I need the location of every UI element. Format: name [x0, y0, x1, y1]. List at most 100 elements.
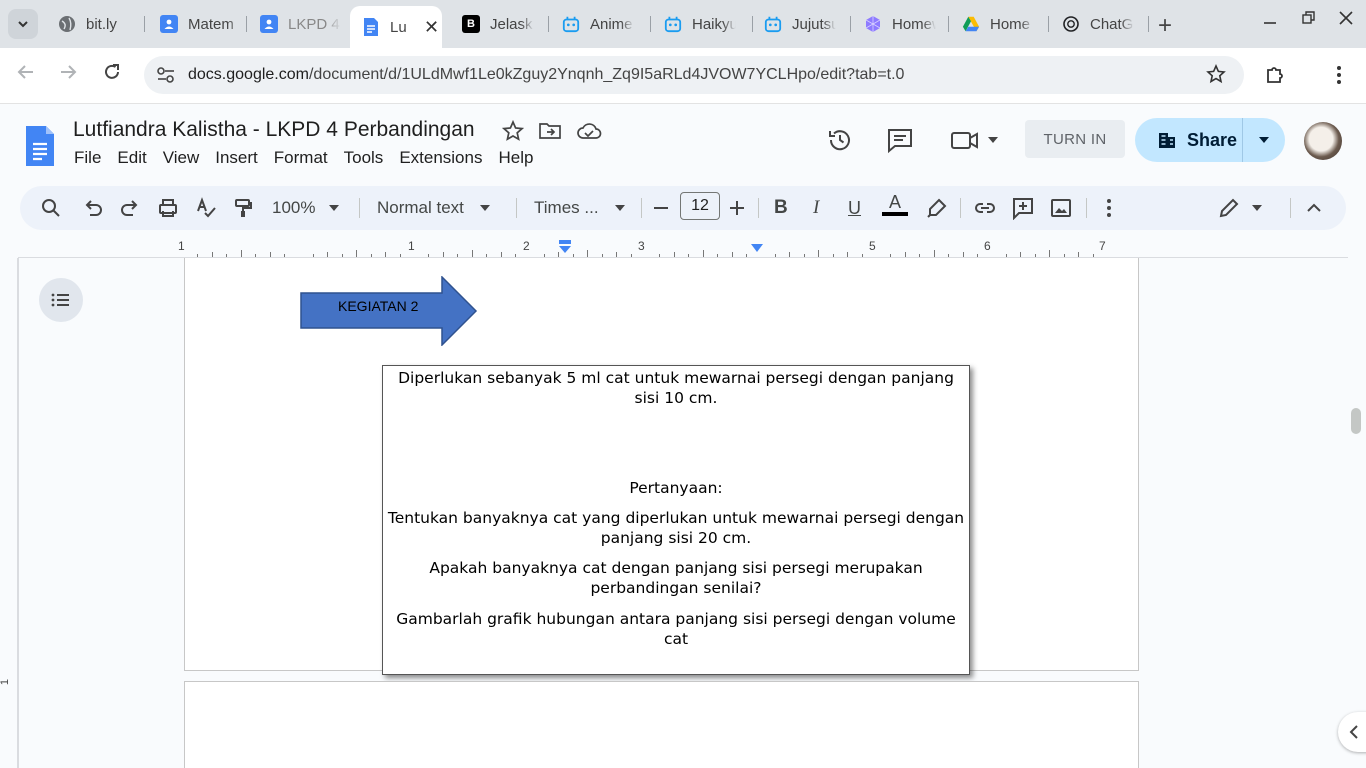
restore-icon[interactable]: [1301, 10, 1317, 31]
problem-text-box[interactable]: Diperlukan sebanyak 5 ml cat untuk mewar…: [382, 365, 970, 675]
ruler-tick: [312, 254, 314, 257]
ruler-number: 1: [178, 239, 185, 253]
search-menus-icon[interactable]: [40, 196, 62, 220]
forward-arrow-icon[interactable]: [58, 62, 78, 88]
add-comment-icon[interactable]: [1011, 196, 1035, 220]
zoom-select[interactable]: 100%: [272, 196, 340, 220]
address-bar[interactable]: docs.google.com/document/d/1ULdMwf1Le0kZ…: [144, 56, 1244, 94]
toolbar-divider: [960, 198, 961, 218]
bold-button[interactable]: B: [774, 196, 788, 220]
insert-link-icon[interactable]: [973, 196, 997, 220]
back-arrow-icon[interactable]: [16, 62, 36, 88]
share-dropdown-button[interactable]: [1243, 137, 1285, 143]
paint-format-icon[interactable]: [232, 196, 254, 220]
close-tab-icon[interactable]: ✕: [424, 17, 439, 38]
ruler-number: 5: [869, 239, 876, 253]
menu-tools[interactable]: Tools: [344, 148, 398, 168]
tab-divider: [1048, 16, 1049, 32]
ruler-tick: [1034, 254, 1036, 257]
italic-button[interactable]: I: [813, 196, 819, 220]
turn-in-button[interactable]: TURN IN: [1025, 120, 1125, 158]
tab-jujutsu[interactable]: Jujutsu: [764, 8, 846, 40]
underline-button[interactable]: U: [848, 196, 861, 220]
reload-icon[interactable]: [102, 62, 122, 88]
ruler-tick: [385, 252, 387, 257]
site-settings-icon[interactable]: [156, 66, 176, 89]
menu-edit[interactable]: Edit: [117, 148, 160, 168]
extensions-puzzle-icon[interactable]: [1264, 64, 1286, 91]
menu-help[interactable]: Help: [498, 148, 547, 168]
menu-insert[interactable]: Insert: [215, 148, 272, 168]
undo-icon[interactable]: [82, 196, 104, 220]
spellcheck-icon[interactable]: [195, 196, 217, 220]
docs-logo-icon[interactable]: [24, 124, 56, 168]
move-folder-icon[interactable]: [538, 120, 562, 142]
increase-font-size-icon[interactable]: [728, 196, 746, 220]
new-tab-plus-icon[interactable]: +: [1158, 12, 1172, 40]
redo-icon[interactable]: [119, 196, 141, 220]
menu-extensions[interactable]: Extensions: [399, 148, 496, 168]
tab-lkpd4[interactable]: LKPD 4: [260, 8, 342, 40]
print-icon[interactable]: [157, 196, 179, 220]
ruler-tick: [500, 252, 502, 257]
editing-mode-select[interactable]: [1218, 196, 1262, 220]
font-size-input[interactable]: 12: [680, 192, 720, 220]
decrease-font-size-icon[interactable]: [652, 196, 670, 220]
share-button[interactable]: Share: [1135, 118, 1243, 162]
tab-divider: [1148, 16, 1149, 32]
kegiatan-arrow-shape[interactable]: KEGIATAN 2: [300, 275, 480, 347]
share-button-group: Share: [1135, 118, 1285, 162]
classroom-icon: [260, 15, 278, 33]
cloud-saved-icon[interactable]: [576, 120, 602, 142]
collapse-chevron-up-icon[interactable]: [1304, 196, 1324, 220]
insert-image-icon[interactable]: [1050, 196, 1072, 220]
highlight-pen-icon[interactable]: [926, 196, 948, 220]
document-page[interactable]: [184, 681, 1139, 768]
more-options-icon[interactable]: [1100, 196, 1118, 220]
right-indent-marker-icon[interactable]: [750, 242, 764, 254]
document-outline-button[interactable]: [39, 278, 83, 322]
ruler-number: 3: [638, 239, 645, 253]
paragraph-style-select[interactable]: Normal text: [377, 196, 490, 220]
bookmark-star-icon[interactable]: [1206, 64, 1226, 89]
vertical-scrollbar-thumb[interactable]: [1351, 408, 1361, 434]
menu-bar: File Edit View Insert Format Tools Exten…: [74, 148, 549, 168]
menu-view[interactable]: View: [163, 148, 214, 168]
minimize-icon[interactable]: [1262, 10, 1278, 31]
ruler-tick: [717, 254, 719, 257]
tab-active-docs[interactable]: Lu ✕: [350, 6, 442, 48]
tab-bitly[interactable]: bit.ly: [58, 8, 148, 40]
vertical-ruler[interactable]: 1: [0, 258, 18, 768]
ruler-tick: [673, 252, 675, 257]
comments-icon[interactable]: [886, 126, 914, 154]
document-title[interactable]: Lutfiandra Kalistha - LKPD 4 Perbandinga…: [73, 118, 475, 142]
font-family-select[interactable]: Times ...: [534, 196, 625, 220]
document-page[interactable]: KEGIATAN 2 Diperlukan sebanyak 5 ml cat …: [184, 258, 1139, 675]
horizontal-ruler[interactable]: 1 1 2 3 5 6 7: [18, 236, 1348, 258]
tab-search-button[interactable]: [8, 9, 38, 39]
tab-homew[interactable]: Homew: [864, 8, 946, 40]
text-color-button[interactable]: A: [882, 192, 908, 222]
ruler-number: 1: [408, 239, 415, 253]
tab-anime[interactable]: Anime: [562, 8, 644, 40]
tab-jelask[interactable]: B Jelask: [462, 8, 534, 40]
question-2: Apakah banyaknya cat dengan panjang sisi…: [429, 559, 923, 597]
star-icon[interactable]: [502, 120, 524, 142]
kebab-menu-icon[interactable]: [1330, 64, 1348, 91]
tab-home-drive[interactable]: Home: [962, 8, 1044, 40]
version-history-icon[interactable]: [826, 126, 854, 154]
url-text: docs.google.com/document/d/1ULdMwf1Le0kZ…: [188, 66, 904, 84]
tab-haikyu[interactable]: Haikyu: [664, 8, 746, 40]
tab-title: Homew: [892, 15, 936, 33]
account-avatar[interactable]: [1304, 122, 1342, 160]
meet-camera-icon[interactable]: [950, 126, 980, 154]
tab-matem[interactable]: Matem: [160, 8, 250, 40]
font-value: Times ...: [534, 198, 599, 217]
close-window-icon[interactable]: [1338, 10, 1354, 31]
menu-file[interactable]: File: [74, 148, 115, 168]
caret-down-icon[interactable]: [988, 137, 998, 143]
tab-chatgpt[interactable]: ChatG: [1062, 8, 1144, 40]
ruler-tick: [746, 254, 748, 257]
left-indent-marker-icon[interactable]: [557, 240, 573, 254]
menu-format[interactable]: Format: [274, 148, 342, 168]
